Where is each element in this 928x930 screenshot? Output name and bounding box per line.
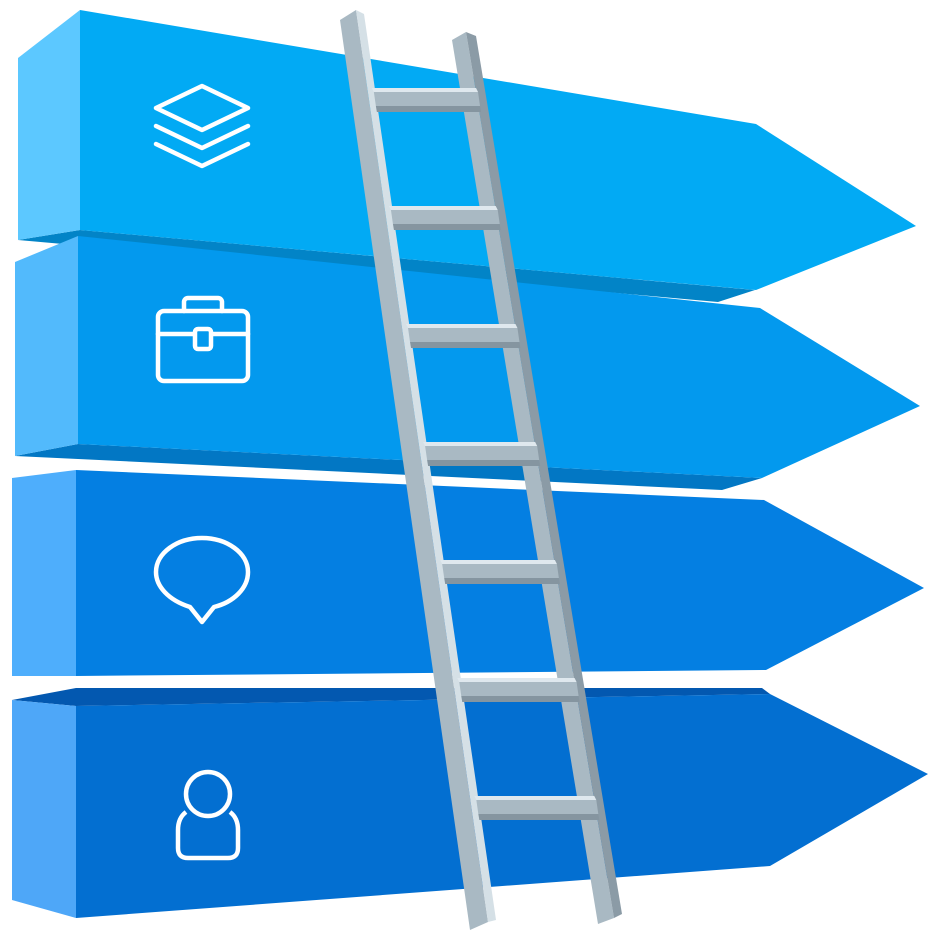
arrow-1-side xyxy=(18,10,80,240)
ladder-rung xyxy=(476,800,599,814)
ladder-rung-shadow xyxy=(478,814,600,820)
ladder-rung-highlight xyxy=(440,560,557,564)
arrow-4-side xyxy=(12,700,76,918)
ladder-rung-shadow xyxy=(375,106,482,112)
ladder-rung-highlight xyxy=(457,678,577,682)
ladder-rung xyxy=(408,328,520,342)
ladder-rung xyxy=(425,446,540,460)
arrow-2-side xyxy=(15,236,78,456)
ladder-rung-highlight xyxy=(474,796,597,800)
ladder-rung-highlight xyxy=(406,324,518,328)
ladder-rung xyxy=(459,682,579,696)
ladder-rung-highlight xyxy=(371,88,479,92)
ladder-rung xyxy=(442,564,559,578)
ladder-rung-shadow xyxy=(427,460,541,466)
ladder-rung-shadow xyxy=(461,696,580,702)
ladder-rung xyxy=(373,92,481,106)
ladder-arrows-infographic xyxy=(12,10,928,930)
ladder-rung-highlight xyxy=(388,206,498,210)
ladder-rung-highlight xyxy=(423,442,538,446)
ladder-rung-shadow xyxy=(410,342,521,348)
ladder-rung-shadow xyxy=(444,578,560,584)
ladder-rung xyxy=(390,210,500,224)
arrow-3-side xyxy=(12,470,76,676)
ladder-rung-shadow xyxy=(392,224,501,230)
